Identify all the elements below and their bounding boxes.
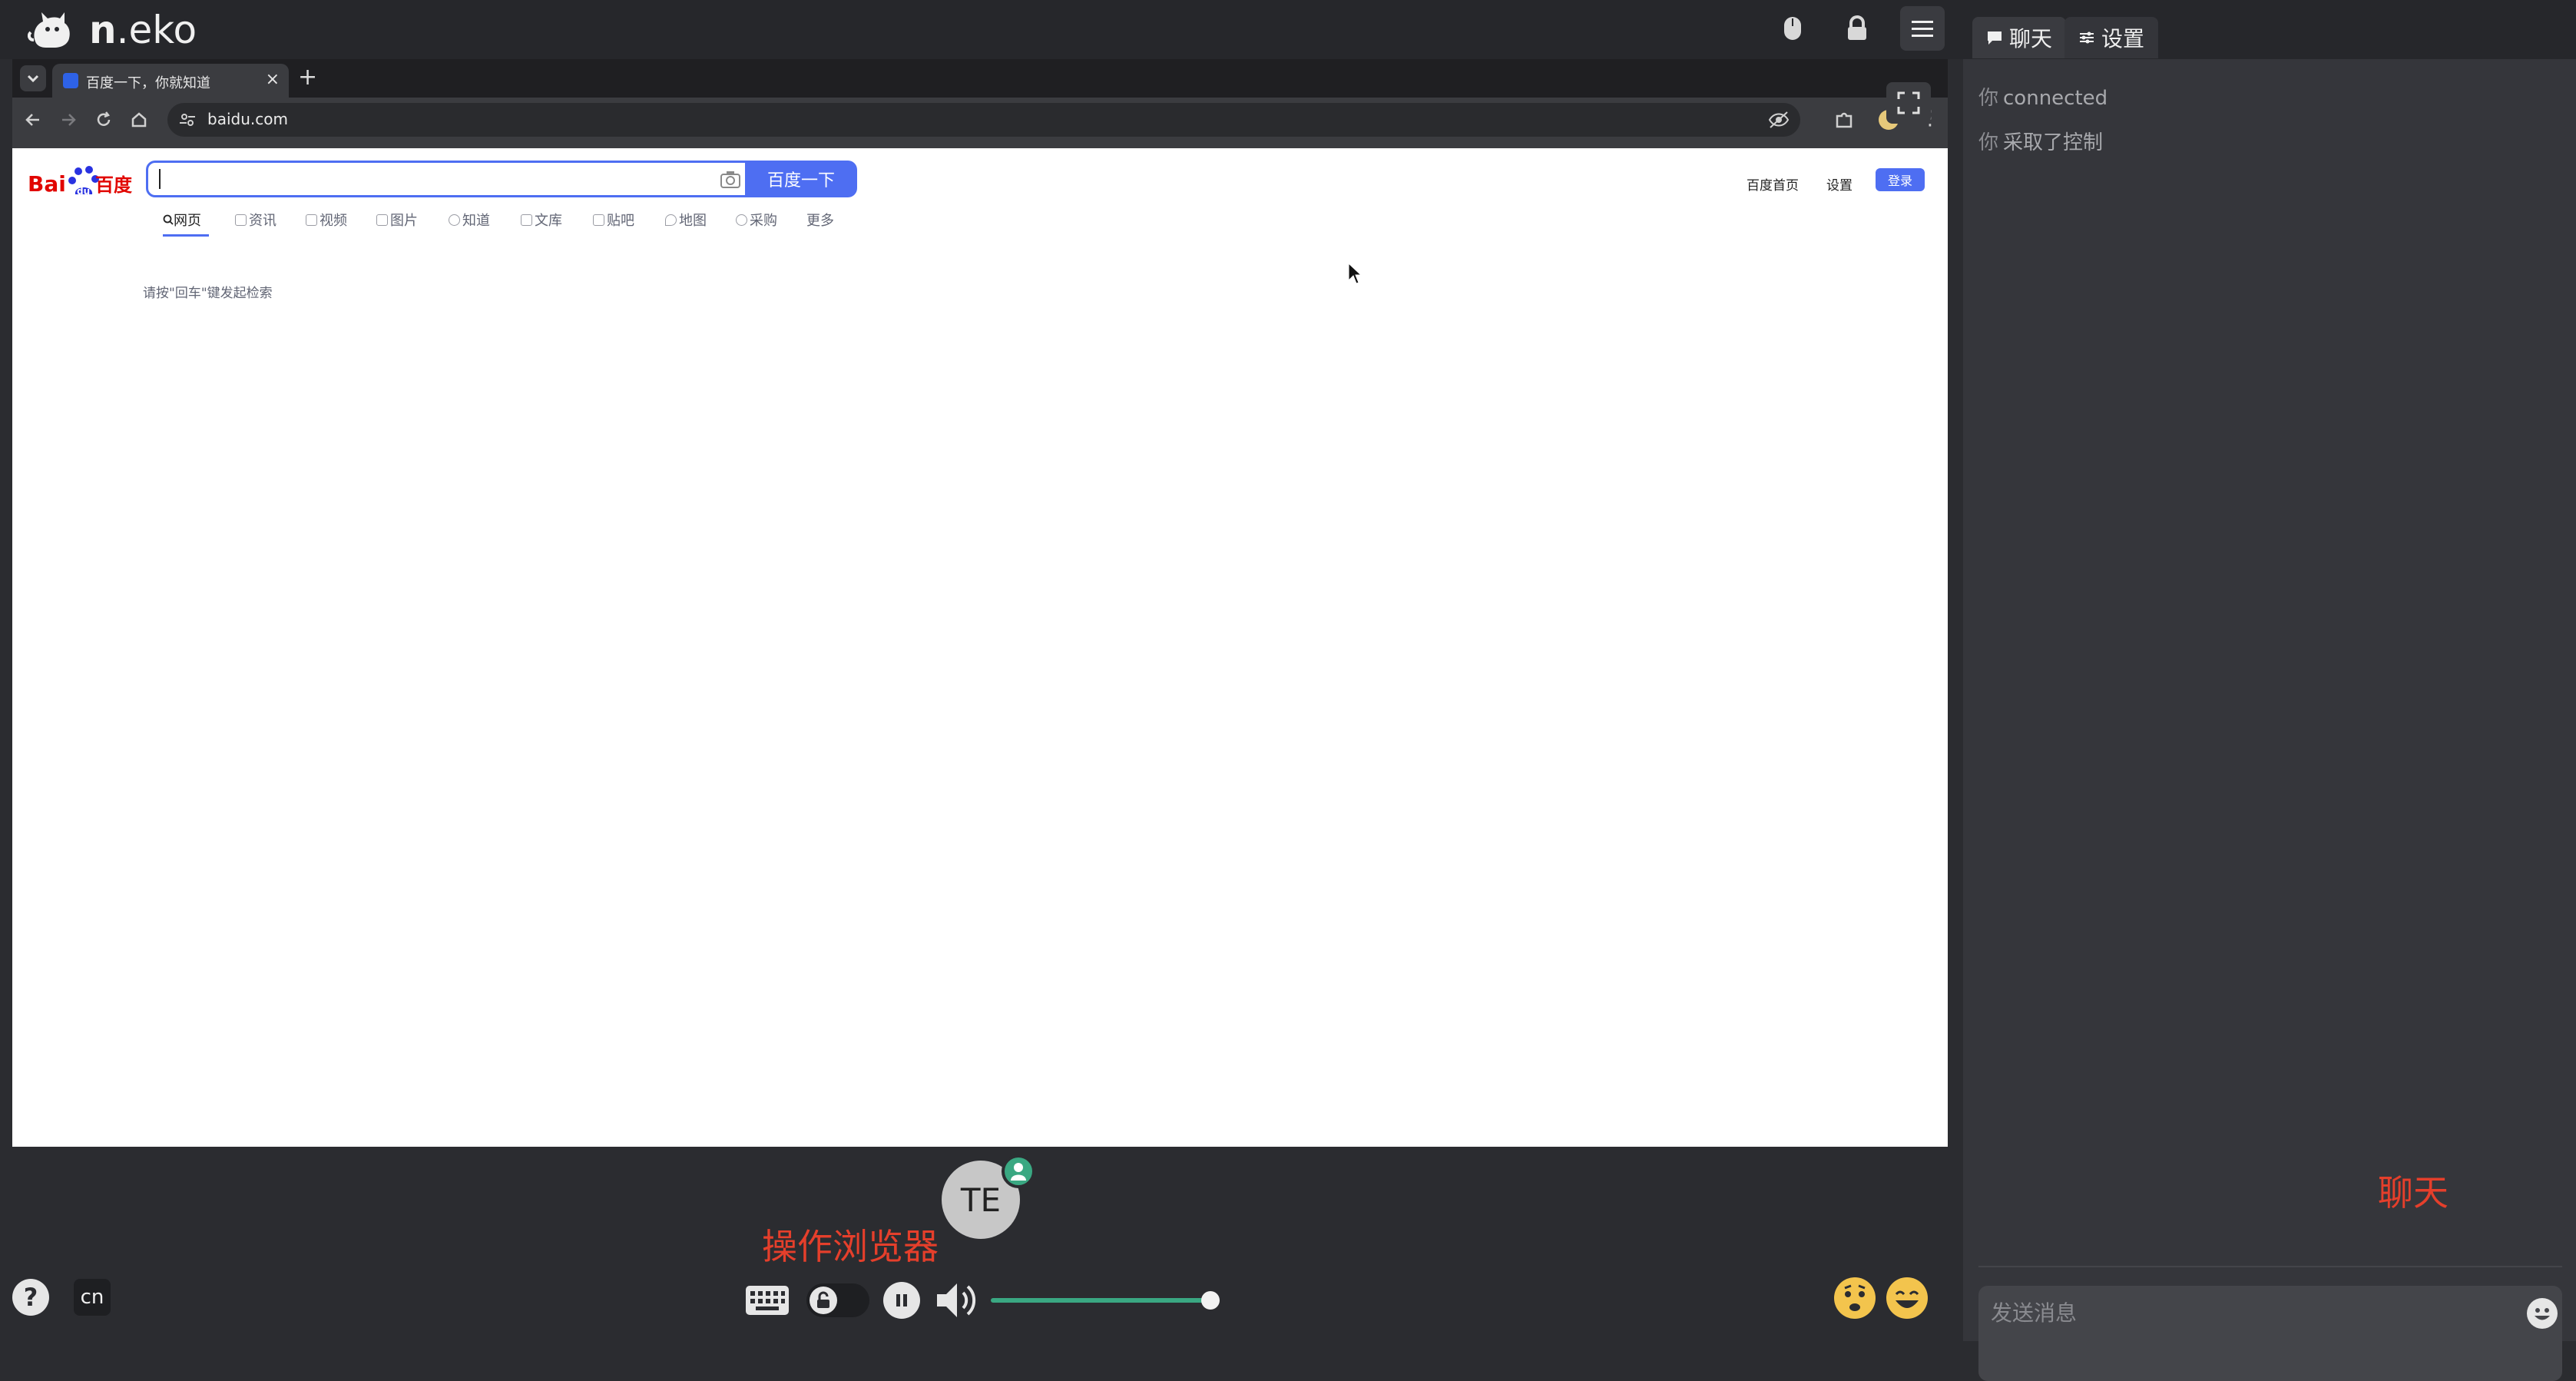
- tab-web[interactable]: 网页: [163, 210, 201, 230]
- top-bar: n.eko: [0, 0, 1963, 59]
- control-toggle[interactable]: [806, 1283, 869, 1317]
- chat-placeholder: 发送消息: [1991, 1300, 2078, 1326]
- volume-slider-thumb[interactable]: [1201, 1291, 1220, 1310]
- cart-icon: [736, 214, 747, 226]
- top-toolbar: [1771, 6, 1945, 51]
- emoji-picker-icon[interactable]: [2527, 1298, 2558, 1329]
- url-text: baidu.com: [207, 110, 288, 128]
- browser-tab-strip: 百度一下，你就知道 × +: [12, 59, 1948, 98]
- mouse-cursor-icon: [1348, 262, 1362, 284]
- svg-text:du: du: [77, 186, 90, 197]
- svg-text:百度: 百度: [95, 174, 133, 196]
- tab-zhidao[interactable]: 知道: [449, 210, 490, 230]
- forum-icon: [593, 214, 604, 226]
- menu-button[interactable]: [1900, 6, 1945, 51]
- baidu-search-input[interactable]: [146, 161, 757, 197]
- chat-log: 你 connected 你采取了控制 聊天 发送消息: [1963, 59, 2576, 1381]
- lock-icon[interactable]: [1836, 7, 1879, 50]
- app-logo: n.eko: [28, 5, 197, 55]
- address-bar: baidu.com ⋮: [12, 98, 1948, 142]
- question-icon: [449, 214, 460, 226]
- home-icon[interactable]: [127, 108, 151, 131]
- eye-off-icon[interactable]: [1768, 111, 1790, 129]
- site-settings-icon[interactable]: [178, 111, 197, 129]
- menu-icon: [1912, 21, 1933, 37]
- smile-emoji-icon[interactable]: [1886, 1277, 1928, 1319]
- tab-chat[interactable]: 聊天: [1972, 17, 2067, 58]
- tab-images[interactable]: 图片: [376, 210, 418, 230]
- chat-input[interactable]: 发送消息: [1978, 1286, 2562, 1381]
- annotation-chat: 聊天: [2378, 1172, 2449, 1214]
- tab-title: 百度一下，你就知道: [86, 75, 210, 91]
- tab-tieba[interactable]: 贴吧: [593, 210, 634, 230]
- sliders-icon: [2080, 31, 2094, 44]
- text-caret: [159, 169, 161, 189]
- side-panel-tabs: 聊天 设置: [1963, 0, 2576, 59]
- volume-icon[interactable]: [934, 1279, 982, 1322]
- map-pin-icon: [665, 214, 677, 226]
- tab-more[interactable]: 更多: [806, 210, 834, 230]
- tab-wenku[interactable]: 文库: [521, 210, 562, 230]
- svg-text:Bai: Bai: [28, 171, 66, 197]
- baidu-favicon-icon: [63, 73, 78, 88]
- mouse-icon[interactable]: [1771, 7, 1814, 50]
- pause-button[interactable]: [883, 1282, 920, 1319]
- back-icon[interactable]: [22, 108, 45, 131]
- settings-link[interactable]: 设置: [1826, 174, 1853, 194]
- toggle-knob: [810, 1287, 837, 1314]
- tab-settings[interactable]: 设置: [2064, 17, 2159, 58]
- extensions-icon[interactable]: [1833, 108, 1856, 131]
- fullscreen-button[interactable]: [1886, 82, 1931, 124]
- neko-app: n.eko 百度一下，你就知道 × + baidu.com Bai du 百度 …: [0, 0, 2576, 1381]
- tab-news[interactable]: 资讯: [235, 210, 276, 230]
- tab-video[interactable]: 视频: [306, 210, 347, 230]
- remote-browser-view[interactable]: 百度一下，你就知道 × + baidu.com Bai du 百度 百度一下 百…: [12, 59, 1948, 1147]
- host-badge-icon: [1002, 1154, 1035, 1188]
- login-button[interactable]: 登录: [1876, 168, 1925, 191]
- baidu-search-button[interactable]: 百度一下: [745, 161, 857, 197]
- url-input[interactable]: baidu.com: [167, 103, 1800, 137]
- search-icon: [163, 214, 174, 225]
- forward-icon[interactable]: [57, 108, 80, 131]
- active-tab-underline: [163, 234, 209, 237]
- camera-icon[interactable]: [720, 171, 741, 189]
- keyboard-layout-button[interactable]: cn: [74, 1279, 111, 1316]
- help-button[interactable]: ?: [12, 1279, 49, 1316]
- chat-bubble-icon: [1988, 31, 2002, 45]
- annotation-operate-browser: 操作浏览器: [762, 1226, 939, 1267]
- chat-event: 你采取了控制: [1978, 131, 2104, 154]
- image-icon: [376, 214, 388, 226]
- neko-cat-icon: [28, 12, 70, 48]
- video-icon: [306, 214, 317, 226]
- search-hint: 请按"回车"键发起检索: [143, 286, 273, 301]
- browser-tab[interactable]: 百度一下，你就知道 ×: [52, 64, 289, 98]
- baidu-home-link[interactable]: 百度首页: [1747, 174, 1799, 194]
- toolbar-border: [12, 142, 1948, 148]
- reload-icon[interactable]: [92, 108, 115, 131]
- app-title: n.eko: [89, 8, 197, 52]
- unlock-icon: [817, 1291, 829, 1308]
- baidu-page: Bai du 百度 百度一下 百度首页 设置 登录 网页 资讯 视频 图片 知道…: [12, 148, 1948, 1147]
- new-tab-button[interactable]: +: [298, 64, 317, 91]
- close-tab-icon[interactable]: ×: [266, 70, 280, 89]
- chat-event: 你 connected: [1978, 87, 2108, 110]
- fullscreen-icon: [1897, 91, 1920, 114]
- keyboard-icon[interactable]: [745, 1285, 790, 1316]
- document-icon: [521, 214, 532, 226]
- volume-slider-track[interactable]: [991, 1298, 1210, 1303]
- pause-icon: [896, 1294, 907, 1306]
- worried-emoji-icon[interactable]: [1834, 1277, 1876, 1319]
- baidu-logo[interactable]: Bai du 百度: [28, 164, 135, 199]
- chevron-down-icon: [27, 75, 39, 83]
- side-panel: 聊天 设置 你 connected 你采取了控制 聊天 发送消息: [1963, 0, 2576, 1381]
- news-icon: [235, 214, 247, 226]
- control-bar: ? cn TE 操作浏览器: [0, 1147, 1963, 1341]
- chat-divider: [1978, 1266, 2562, 1267]
- tab-search-button[interactable]: [20, 65, 46, 91]
- tab-map[interactable]: 地图: [665, 210, 707, 230]
- tab-purchase[interactable]: 采购: [736, 210, 777, 230]
